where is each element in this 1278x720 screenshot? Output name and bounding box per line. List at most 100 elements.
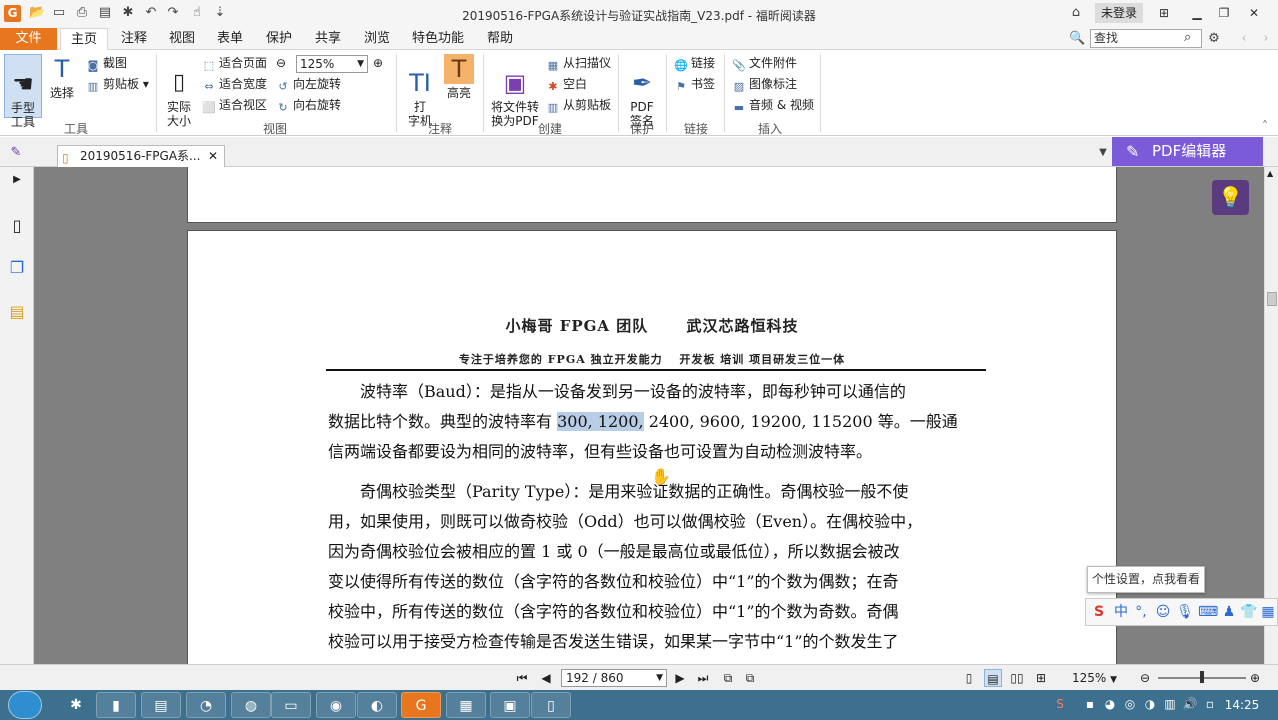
continuous-page-icon[interactable]: ▤ bbox=[984, 669, 1002, 687]
pdf-sign-button[interactable]: ✒ PDF 签名 bbox=[624, 54, 660, 128]
menu-share[interactable]: 共享 bbox=[306, 28, 350, 50]
back-icon[interactable]: ‹ bbox=[1236, 31, 1252, 47]
menu-help[interactable]: 帮助 bbox=[478, 28, 522, 50]
emoji-icon[interactable]: ☺ bbox=[1154, 602, 1172, 622]
ime-lang-toggle[interactable]: 中 bbox=[1112, 602, 1130, 622]
lightbulb-icon[interactable]: 💡 bbox=[1212, 180, 1249, 215]
first-page-icon[interactable]: ⏮ bbox=[513, 669, 531, 687]
bookmark-button[interactable]: ⚑ 书签 bbox=[674, 76, 715, 94]
collapse-ribbon-icon[interactable]: ˄ bbox=[1262, 118, 1268, 134]
search-icon[interactable]: ⌕ bbox=[1184, 30, 1200, 46]
ime-tooltip[interactable]: 个性设置，点我看看 bbox=[1087, 566, 1205, 593]
zoom-select[interactable]: 125% ▼ bbox=[296, 55, 368, 73]
menu-view[interactable]: 视图 bbox=[160, 28, 204, 50]
from-clipboard-button[interactable]: ▥ 从剪贴板 bbox=[546, 97, 611, 115]
document-view[interactable]: 小梅哥 FPGA 团队 武汉芯路恒科技 专注于培养您的 FPGA 独立开发能力 … bbox=[34, 167, 1264, 664]
taskbar-app-icon[interactable]: ✱ bbox=[56, 692, 96, 718]
hand-tool-button[interactable]: ☚ 手型 工具 bbox=[4, 54, 42, 129]
continuous-facing-icon[interactable]: ⊞ bbox=[1032, 669, 1050, 687]
layers-icon[interactable]: ❐ bbox=[6, 257, 28, 279]
tray-icon[interactable]: ▫ bbox=[1202, 696, 1218, 712]
network-icon[interactable]: ◔ bbox=[186, 692, 226, 718]
login-button[interactable]: 未登录 bbox=[1095, 3, 1143, 23]
menu-home[interactable]: 主页 bbox=[60, 28, 108, 51]
vertical-scrollbar[interactable]: ▲ bbox=[1264, 167, 1278, 664]
network-tray-icon[interactable]: ▥ bbox=[1162, 696, 1178, 712]
fit-visible-button[interactable]: ⬜ 适合视区 bbox=[202, 97, 267, 115]
layout-icon[interactable]: ⊞ bbox=[1153, 4, 1175, 22]
minimize-button[interactable]: ▁ bbox=[1186, 4, 1208, 22]
link-button[interactable]: 🌐 链接 bbox=[674, 55, 715, 73]
settings-icon[interactable]: ⚙ bbox=[1206, 31, 1222, 47]
punctuation-icon[interactable]: °, bbox=[1132, 602, 1150, 622]
previous-page-icon[interactable]: ◀ bbox=[537, 669, 555, 687]
menu-special[interactable]: 特色功能 bbox=[403, 28, 473, 50]
winrar-icon[interactable]: ▤ bbox=[141, 692, 181, 718]
menu-file[interactable]: 文件 bbox=[0, 28, 57, 50]
skin-icon[interactable]: ⌂ bbox=[1068, 5, 1084, 21]
menu-form[interactable]: 表单 bbox=[208, 28, 252, 50]
page-number-input[interactable]: 192 / 860 ▼ bbox=[561, 669, 667, 687]
page-thumbnail-icon[interactable]: ▯ bbox=[6, 215, 28, 237]
audio-video-button[interactable]: ▬ 音频 & 视频 bbox=[732, 97, 814, 115]
notepad-icon[interactable]: ▯ bbox=[531, 692, 571, 718]
clock[interactable]: 14:25 bbox=[1222, 698, 1262, 712]
menu-protect[interactable]: 保护 bbox=[257, 28, 301, 50]
tray-icon[interactable]: ▪ bbox=[1082, 696, 1098, 712]
tray-icon[interactable]: ◎ bbox=[1122, 696, 1138, 712]
keyboard-icon[interactable]: ⌨ bbox=[1198, 602, 1218, 622]
wechat-icon[interactable]: ◐ bbox=[357, 692, 397, 718]
volume-icon[interactable]: 🔊 bbox=[1182, 696, 1198, 712]
zoom-out-icon[interactable]: ⊖ bbox=[1136, 669, 1154, 687]
typewriter-button[interactable]: TI 打 字机 bbox=[404, 54, 436, 128]
blank-button[interactable]: ✱ 空白 bbox=[546, 76, 587, 94]
actual-size-button[interactable]: ▯ 实际 大小 bbox=[162, 54, 196, 128]
zoom-slider-thumb[interactable] bbox=[1200, 671, 1204, 683]
edit-icon[interactable]: ✎ bbox=[8, 145, 24, 161]
tab-list-chevron-icon[interactable]: ▼ bbox=[1095, 145, 1111, 161]
zoom-in-icon[interactable]: ⊕ bbox=[1246, 669, 1264, 687]
zoom-level[interactable]: 125% ▼ bbox=[1072, 669, 1130, 689]
previous-view-icon[interactable]: ⧉ bbox=[719, 669, 737, 687]
qq-icon[interactable]: ◕ bbox=[1102, 696, 1118, 712]
ide-icon[interactable]: ▣ bbox=[490, 692, 530, 718]
tray-icon[interactable]: ◑ bbox=[1142, 696, 1158, 712]
close-button[interactable]: ✕ bbox=[1243, 4, 1265, 22]
excel-icon[interactable]: ▦ bbox=[446, 692, 486, 718]
screenshot-tool-icon[interactable]: ◉ bbox=[316, 692, 356, 718]
document-tab[interactable]: ▯ 20190516-FPGA系... ✕ bbox=[57, 145, 225, 167]
select-button[interactable]: T 选择 bbox=[46, 54, 78, 118]
close-tab-icon[interactable]: ✕ bbox=[208, 146, 218, 166]
skin-shirt-icon[interactable]: 👕 bbox=[1240, 602, 1258, 622]
scroll-up-icon[interactable]: ▲ bbox=[1267, 169, 1273, 178]
start-button[interactable] bbox=[8, 691, 42, 719]
menu-comment[interactable]: 注释 bbox=[112, 28, 156, 50]
pdf-editor-button[interactable]: ✎ PDF编辑器 bbox=[1112, 137, 1263, 166]
clipboard-button[interactable]: ▥ 剪贴板 ▾ bbox=[86, 76, 149, 94]
comments-icon[interactable]: ▤ bbox=[6, 301, 28, 323]
file-attachment-button[interactable]: 📎 文件附件 bbox=[732, 55, 797, 73]
image-annotation-button[interactable]: ▨ 图像标注 bbox=[732, 76, 797, 94]
explorer-icon[interactable]: ▮ bbox=[96, 692, 136, 718]
expand-panel-icon[interactable]: ▶ bbox=[6, 169, 28, 191]
browser-icon[interactable]: ◍ bbox=[231, 692, 271, 718]
sogou-tray-icon[interactable]: S bbox=[1052, 696, 1068, 712]
next-view-icon[interactable]: ⧉ bbox=[741, 669, 759, 687]
convert-to-pdf-button[interactable]: ▣ 将文件转 换为PDF bbox=[489, 54, 541, 128]
menu-browse[interactable]: 浏览 bbox=[355, 28, 399, 50]
foxit-taskbar-icon[interactable]: G bbox=[401, 692, 441, 718]
microphone-icon[interactable]: 🎙 bbox=[1176, 602, 1194, 622]
restore-button[interactable]: ❐ bbox=[1213, 4, 1235, 22]
last-page-icon[interactable]: ⏭ bbox=[694, 669, 712, 687]
facing-page-icon[interactable]: ▯▯ bbox=[1008, 669, 1026, 687]
zoom-out-icon[interactable]: ⊖ bbox=[276, 55, 286, 71]
highlight-button[interactable]: T 高亮 bbox=[441, 54, 477, 118]
user-icon[interactable]: ♟ bbox=[1220, 602, 1238, 622]
rotate-left-button[interactable]: ↺ 向左旋转 bbox=[276, 76, 341, 94]
scroll-thumb[interactable] bbox=[1267, 292, 1277, 306]
toolbox-icon[interactable]: ▦ bbox=[1259, 602, 1277, 622]
screenshot-button[interactable]: ◙ 截图 bbox=[86, 55, 127, 73]
fit-width-button[interactable]: ⇔ 适合宽度 bbox=[202, 76, 267, 94]
rotate-right-button[interactable]: ↻ 向右旋转 bbox=[276, 97, 341, 115]
single-page-icon[interactable]: ▯ bbox=[960, 669, 978, 687]
